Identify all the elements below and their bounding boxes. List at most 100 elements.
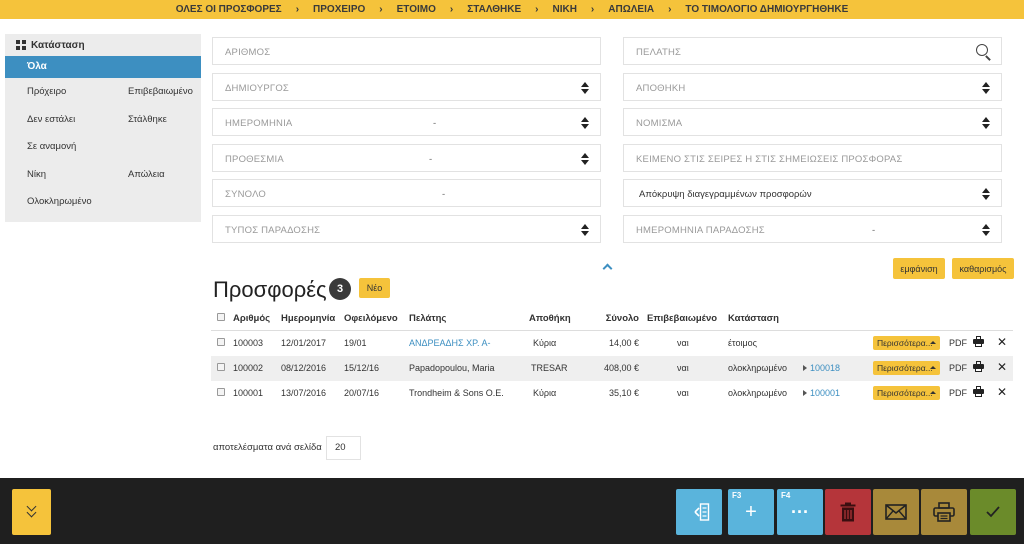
column-header-customer[interactable]: Πελάτης <box>409 313 446 324</box>
new-offer-button[interactable]: Νέο <box>359 278 390 298</box>
deleted-visibility-select[interactable]: Απόκρυψη διαγεγραμμένων προσφορών <box>623 179 1002 207</box>
row-customer-link[interactable]: ΑΝΔΡΕΑΔΗΣ ΧΡ. Α- <box>409 338 490 348</box>
row-date: 12/01/2017 <box>281 338 327 348</box>
row-checkbox[interactable] <box>217 338 225 346</box>
sidebar-item-pending[interactable]: Σε αναμονή <box>27 141 76 152</box>
caret-up-icon <box>930 341 936 344</box>
row-checkbox[interactable] <box>217 388 225 396</box>
step-draft[interactable]: ΠΡΟΧΕΙΡΟ <box>305 4 373 15</box>
row-status: ολοκληρωμένο <box>728 363 788 373</box>
column-header-confirmed[interactable]: Επιβεβαιωμένο <box>647 313 717 324</box>
split-view-button[interactable] <box>676 489 722 535</box>
row-number: 100002 <box>233 363 264 373</box>
select-all-checkbox[interactable] <box>217 313 225 321</box>
row-more-button[interactable]: Περισσότερα... <box>873 361 940 375</box>
step-separator: › <box>590 4 595 15</box>
step-sent[interactable]: ΣΤΑΛΘΗΚΕ <box>459 4 529 15</box>
step-won[interactable]: ΝΙΚΗ <box>544 4 584 15</box>
row-date: 13/07/2016 <box>281 388 327 398</box>
sidebar-header: Κατάσταση <box>5 34 201 56</box>
delivery-date-select[interactable]: ΗΜΕΡΟΜΗΝΙΑ ΠΑΡΑΔΟΣΗΣ - <box>623 215 1002 243</box>
row-number: 100001 <box>233 388 264 398</box>
more-actions-button[interactable]: F4 ··· <box>777 489 823 535</box>
delete-row-close-icon[interactable]: ✕ <box>997 385 1007 399</box>
step-invoiced[interactable]: ΤΟ ΤΙΜΟΛΟΓΙΟ ΔΗΜΙΟΥΡΓΗΘΗΚΕ <box>677 4 856 15</box>
row-pdf-link[interactable]: PDF <box>949 388 967 398</box>
sidebar-item-confirmed[interactable]: Επιβεβαιωμένο <box>128 86 193 97</box>
sidebar-item-not-sent[interactable]: Δεν εστάλει <box>27 114 75 125</box>
sort-arrows-icon <box>982 224 990 237</box>
column-header-warehouse[interactable]: Αποθήκη <box>529 313 571 324</box>
email-button[interactable] <box>873 489 919 535</box>
row-due: 20/07/16 <box>344 388 380 398</box>
number-filter-input[interactable]: ΑΡΙΘΜΟΣ <box>212 37 601 65</box>
creator-select[interactable]: ΔΗΜΙΟΥΡΓΟΣ <box>212 73 601 101</box>
sidebar-item-sent[interactable]: Στάλθηκε <box>128 114 167 125</box>
delete-row-close-icon[interactable]: ✕ <box>997 360 1007 374</box>
show-button[interactable]: εμφάνιση <box>893 258 945 279</box>
status-steps-bar: ΟΛΕΣ ΟΙ ΠΡΟΣΦΟΡΕΣ › ΠΡΟΧΕΙΡΟ › ΕΤΟΙΜΟ › … <box>0 0 1024 19</box>
print-icon[interactable] <box>973 361 984 372</box>
expand-toolbar-button[interactable] <box>12 489 51 535</box>
row-more-button[interactable]: Περισσότερα... <box>873 386 940 400</box>
step-lost[interactable]: ΑΠΩΛΕΙΑ <box>600 4 662 15</box>
plus-icon: + <box>745 500 757 523</box>
row-invoice-number: 100001 <box>810 388 841 398</box>
print-icon[interactable] <box>973 386 984 397</box>
customer-search-input[interactable]: ΠΕΛΑΤΗΣ <box>623 37 1002 65</box>
step-separator: › <box>449 4 454 15</box>
print-button[interactable] <box>921 489 967 535</box>
delete-row-close-icon[interactable]: ✕ <box>997 335 1007 349</box>
collapse-filters-chevron-up-icon[interactable] <box>603 263 613 271</box>
deadline-range-label: ΠΡΟΘΕΣΜΙΑ <box>225 154 284 165</box>
row-customer[interactable]: Papadopoulou, Maria <box>409 363 495 373</box>
column-header-date[interactable]: Ημερομηνία <box>281 313 335 324</box>
column-header-total[interactable]: Σύνολο <box>606 313 639 324</box>
column-header-due[interactable]: Οφειλόμενο <box>344 313 398 324</box>
deadline-range-separator: - <box>429 154 433 165</box>
row-number: 100003 <box>233 338 264 348</box>
currency-select[interactable]: ΝΟΜΙΣΜΑ <box>623 108 1002 136</box>
step-separator: › <box>535 4 539 15</box>
total-range-input[interactable]: ΣΥΝΟΛΟ - <box>212 179 601 207</box>
row-invoice-link[interactable]: 100001 <box>803 388 840 398</box>
confirm-button[interactable] <box>970 489 1016 535</box>
per-page-input[interactable]: 20 <box>326 436 361 460</box>
sidebar-item-won[interactable]: Νίκη <box>27 169 46 180</box>
row-due: 15/12/16 <box>344 363 380 373</box>
clear-button[interactable]: καθαρισμός <box>952 258 1014 279</box>
row-pdf-link[interactable]: PDF <box>949 363 967 373</box>
sidebar-row: Νίκη Απώλεια <box>5 161 201 189</box>
row-total: 408,00 € <box>603 363 639 373</box>
row-more-button[interactable]: Περισσότερα... <box>873 336 940 350</box>
row-pdf-link[interactable]: PDF <box>949 338 967 348</box>
warehouse-select[interactable]: ΑΠΟΘΗΚΗ <box>623 73 1002 101</box>
step-all-offers[interactable]: ΟΛΕΣ ΟΙ ΠΡΟΣΦΟΡΕΣ <box>168 4 290 15</box>
row-checkbox[interactable] <box>217 363 225 371</box>
add-button[interactable]: F3 + <box>728 489 774 535</box>
trash-icon <box>825 489 871 535</box>
sidebar-item-draft[interactable]: Πρόχειρο <box>27 86 66 97</box>
sidebar-item-completed[interactable]: Ολοκληρωμένο <box>27 196 92 207</box>
date-range-label: ΗΜΕΡΟΜΗΝΙΑ <box>225 118 293 129</box>
delete-button[interactable] <box>825 489 871 535</box>
table-row[interactable]: 100003 12/01/2017 19/01 ΑΝΔΡΕΑΔΗΣ ΧΡ. Α-… <box>211 331 1013 356</box>
deadline-range-select[interactable]: ΠΡΟΘΕΣΜΙΑ - <box>212 144 601 172</box>
status-sidebar: Κατάσταση Όλα Πρόχειρο Επιβεβαιωμένο Δεν… <box>5 34 201 222</box>
column-header-number[interactable]: Αριθμός <box>233 313 270 324</box>
offers-count-badge: 3 <box>329 278 351 300</box>
row-customer[interactable]: Trondheim & Sons Ο.Ε. <box>409 388 504 398</box>
search-icon[interactable] <box>976 44 992 61</box>
sidebar-item-lost[interactable]: Απώλεια <box>128 169 165 180</box>
table-row[interactable]: 100002 08/12/2016 15/12/16 Papadopoulou,… <box>211 356 1013 381</box>
column-header-status[interactable]: Κατάσταση <box>728 313 779 324</box>
table-row[interactable]: 100001 13/07/2016 20/07/16 Trondheim & S… <box>211 381 1013 406</box>
row-invoice-link[interactable]: 100018 <box>803 363 840 373</box>
row-more-label: Περισσότερα... <box>877 363 933 373</box>
notes-text-input[interactable]: ΚΕΙΜΕΝΟ ΣΤΙΣ ΣΕΙΡΕΣ Η ΣΤΙΣ ΣΗΜΕΙΩΣΕΙΣ ΠΡ… <box>623 144 1002 172</box>
print-icon[interactable] <box>973 336 984 347</box>
step-ready[interactable]: ΕΤΟΙΜΟ <box>389 4 444 15</box>
sidebar-item-all[interactable]: Όλα <box>5 56 201 78</box>
date-range-select[interactable]: ΗΜΕΡΟΜΗΝΙΑ - <box>212 108 601 136</box>
delivery-type-select[interactable]: ΤΥΠΟΣ ΠΑΡΑΔΟΣΗΣ <box>212 215 601 243</box>
